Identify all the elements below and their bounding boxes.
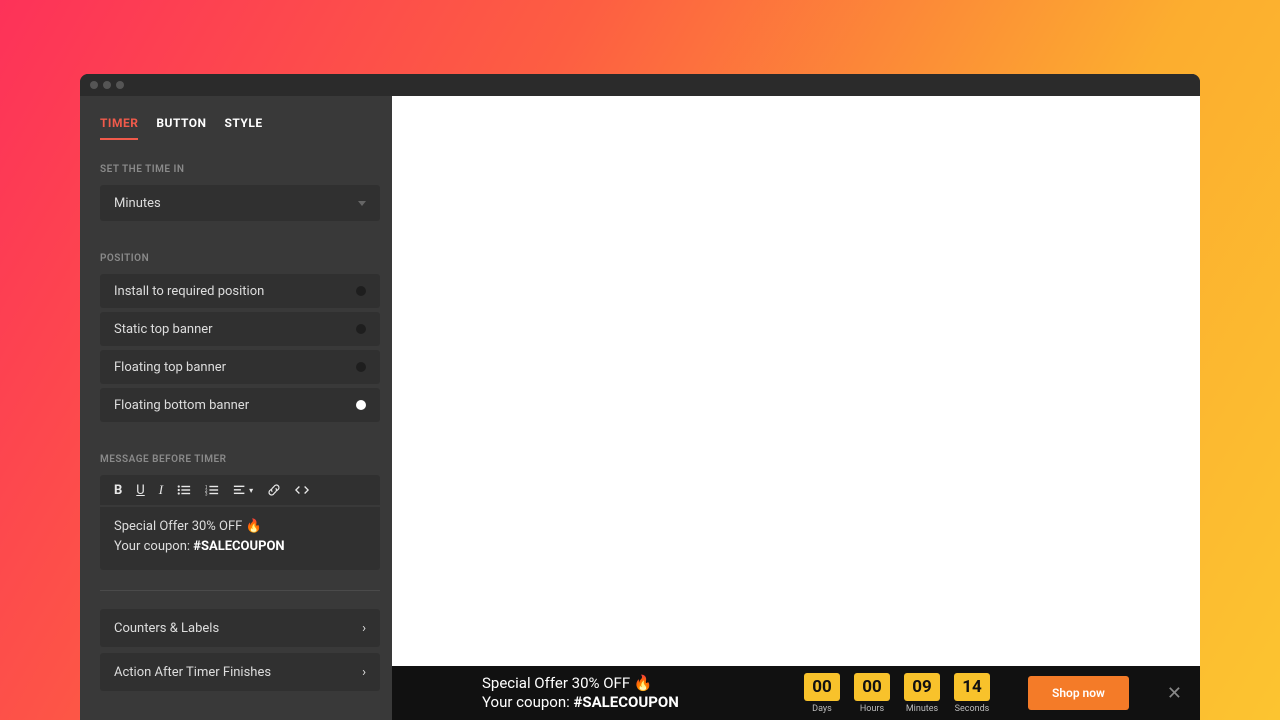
position-option-label: Floating bottom banner [114, 398, 249, 413]
counter-label: Days [812, 704, 832, 714]
counter-seconds: 14 Seconds [954, 673, 990, 714]
counter-label: Seconds [955, 704, 990, 714]
editor-line-2: Your coupon: #SALECOUPON [114, 537, 366, 557]
position-option-floating-top[interactable]: Floating top banner [100, 350, 380, 384]
time-unit-value: Minutes [114, 196, 161, 211]
radio-icon-checked [356, 400, 366, 410]
banner-counters: 00 Days 00 Hours 09 Minutes 14 Seconds [804, 673, 990, 714]
time-unit-select[interactable]: Minutes [100, 185, 380, 221]
radio-icon [356, 324, 366, 334]
banner-line-2: Your coupon: #SALECOUPON [482, 693, 679, 713]
app-window: TIMER BUTTON STYLE SET THE TIME IN Minut… [80, 74, 1200, 720]
svg-text:3: 3 [205, 492, 208, 497]
shop-now-button[interactable]: Shop now [1028, 676, 1129, 710]
counter-value: 14 [954, 673, 990, 701]
link-button[interactable] [267, 483, 281, 497]
align-button[interactable]: ▾ [233, 483, 253, 497]
banner-message: Special Offer 30% OFF 🔥 Your coupon: #SA… [482, 674, 679, 713]
counter-value: 09 [904, 673, 940, 701]
bold-button[interactable]: B [114, 483, 122, 498]
numbered-list-button[interactable]: 123 [205, 483, 219, 497]
position-label: POSITION [100, 253, 380, 264]
app-body: TIMER BUTTON STYLE SET THE TIME IN Minut… [80, 96, 1200, 720]
close-icon[interactable]: ✕ [1167, 683, 1182, 704]
position-option-label: Static top banner [114, 322, 213, 337]
editor-toolbar: B U I 123 ▾ [100, 475, 380, 505]
chevron-right-icon: › [362, 621, 366, 636]
chevron-right-icon: › [362, 665, 366, 680]
section-time: SET THE TIME IN Minutes [100, 164, 380, 221]
counter-value: 00 [854, 673, 890, 701]
position-option-floating-bottom[interactable]: Floating bottom banner [100, 388, 380, 422]
banner-line-1: Special Offer 30% OFF 🔥 [482, 674, 679, 694]
radio-icon [356, 286, 366, 296]
accordion-counters[interactable]: Counters & Labels › [100, 609, 380, 647]
time-label: SET THE TIME IN [100, 164, 380, 175]
position-option-static-top[interactable]: Static top banner [100, 312, 380, 346]
message-editor[interactable]: Special Offer 30% OFF 🔥 Your coupon: #SA… [100, 507, 380, 570]
position-option-label: Install to required position [114, 284, 264, 299]
chevron-down-icon [358, 201, 366, 206]
sidebar-tabs: TIMER BUTTON STYLE [100, 116, 380, 140]
message-label: MESSAGE BEFORE TIMER [100, 454, 380, 465]
radio-icon [356, 362, 366, 372]
window-dot-2 [103, 81, 111, 89]
countdown-banner: Special Offer 30% OFF 🔥 Your coupon: #SA… [392, 666, 1200, 720]
window-dot-1 [90, 81, 98, 89]
counter-days: 00 Days [804, 673, 840, 714]
position-options: Install to required position Static top … [100, 274, 380, 422]
code-button[interactable] [295, 483, 309, 497]
window-dot-3 [116, 81, 124, 89]
accordion-label: Action After Timer Finishes [114, 665, 271, 680]
bullet-list-button[interactable] [177, 483, 191, 497]
counter-label: Minutes [906, 704, 938, 714]
position-option-required[interactable]: Install to required position [100, 274, 380, 308]
accordion: Counters & Labels › Action After Timer F… [100, 609, 380, 691]
divider [100, 590, 380, 591]
window-titlebar [80, 74, 1200, 96]
section-position: POSITION Install to required position St… [100, 253, 380, 422]
tab-style[interactable]: STYLE [225, 116, 263, 140]
section-message: MESSAGE BEFORE TIMER B U I 123 ▾ Special… [100, 454, 380, 570]
editor-line-1: Special Offer 30% OFF 🔥 [114, 517, 366, 537]
tab-timer[interactable]: TIMER [100, 116, 138, 140]
tab-button[interactable]: BUTTON [156, 116, 206, 140]
counter-hours: 00 Hours [854, 673, 890, 714]
settings-sidebar: TIMER BUTTON STYLE SET THE TIME IN Minut… [80, 96, 392, 720]
counter-label: Hours [860, 704, 884, 714]
accordion-action[interactable]: Action After Timer Finishes › [100, 653, 380, 691]
preview-canvas: Special Offer 30% OFF 🔥 Your coupon: #SA… [392, 96, 1200, 720]
position-option-label: Floating top banner [114, 360, 226, 375]
italic-button[interactable]: I [159, 482, 163, 498]
accordion-label: Counters & Labels [114, 621, 219, 636]
counter-minutes: 09 Minutes [904, 673, 940, 714]
counter-value: 00 [804, 673, 840, 701]
underline-button[interactable]: U [136, 483, 144, 498]
